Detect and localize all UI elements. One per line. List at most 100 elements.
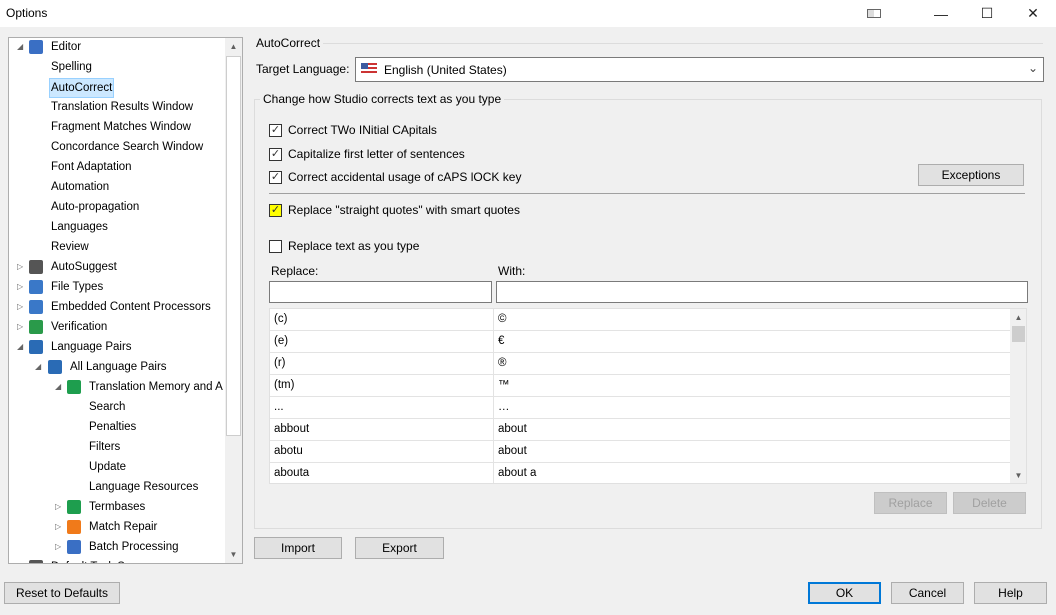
with-cell: © [498,313,507,325]
target-language-label: Target Language: [256,62,350,76]
tree-item[interactable]: Languages [9,218,224,236]
scroll-down-icon[interactable]: ▼ [225,546,242,563]
cancel-button[interactable]: Cancel [891,582,964,604]
reset-defaults-button[interactable]: Reset to Defaults [4,582,120,604]
tree-item-label: Language Pairs [51,341,132,353]
tree-item[interactable]: Fragment Matches Window [9,118,224,136]
replacement-table[interactable]: (c) © (e) € (r) ® (tm) ™...… abbout about abotu abo… [269,308,1027,484]
tree-item[interactable]: ◢ Editor [9,38,224,56]
scroll-up-icon[interactable]: ▲ [1010,309,1026,326]
with-cell: about a [498,467,537,479]
tree-item[interactable]: Update [9,458,224,476]
replace-cell: abotu [274,445,303,457]
tree-item[interactable]: ▷ Verification [9,318,224,336]
tree-item[interactable]: Penalties [9,418,224,436]
checkbox[interactable]: ✓ [269,171,282,184]
wrench-icon [67,520,81,534]
table-row[interactable]: ...… [270,397,1010,419]
table-row[interactable]: abouta about a [270,463,1010,483]
table-row[interactable]: (e) € [270,331,1010,353]
tree-item-label: Concordance Search Window [51,141,204,153]
gear-document-icon [29,280,43,294]
table-row[interactable]: abbout about [270,419,1010,441]
collapse-arrow-icon[interactable]: ◢ [55,378,61,396]
tree-item[interactable]: ▷ Match Repair [9,518,224,536]
tree-item[interactable]: Spelling [9,58,224,76]
tree-item[interactable]: Review [9,238,224,256]
tree-item-label: Termbases [89,501,146,513]
scroll-thumb[interactable] [1012,326,1025,342]
collapse-arrow-icon[interactable]: ◢ [17,338,23,356]
table-row[interactable]: (c) © [270,309,1010,331]
tree-item[interactable]: Auto-propagation [9,198,224,216]
options-tree[interactable]: ◢ Editor Spelling AutoCorrect Translation Re… [8,37,243,564]
table-scrollbar[interactable]: ▲ ▼ [1010,309,1026,483]
tree-item[interactable]: Filters [9,438,224,456]
help-button[interactable]: Help [974,582,1047,604]
maximize-button[interactable]: ☐ [964,0,1010,27]
column-divider [493,309,494,483]
tree-item[interactable]: Translation Results Window [9,98,224,116]
tree-item[interactable]: Font Adaptation [9,158,224,176]
checkbox[interactable]: ✓ [269,148,282,161]
replace-button[interactable]: Replace [874,492,947,514]
tree-item-label: File Types [51,281,104,293]
tree-item[interactable]: Search [9,398,224,416]
import-button[interactable]: Import [254,537,342,559]
tree-item[interactable]: ◢ All Language Pairs [9,358,224,376]
tree-item-label: Editor [51,41,82,53]
collapse-arrow-icon[interactable]: ◢ [35,358,41,376]
tree-item[interactable]: AutoCorrect [9,78,224,98]
scroll-thumb[interactable] [226,56,241,436]
table-row[interactable]: (r) ® [270,353,1010,375]
minimize-button[interactable]: — [918,0,964,27]
tree-item[interactable]: ▷ File Types [9,278,224,296]
scroll-up-icon[interactable]: ▲ [225,38,242,55]
tree-item[interactable]: ◢ Language Pairs [9,338,224,356]
delete-button[interactable]: Delete [953,492,1026,514]
expand-arrow-icon[interactable]: ▷ [17,278,23,296]
expand-arrow-icon[interactable]: ▷ [17,318,23,336]
tree-item[interactable]: ▷ Default Task S [9,558,224,563]
checkbox[interactable]: ✓ [269,124,282,137]
expand-arrow-icon[interactable]: ▷ [55,538,61,556]
autosuggest-icon [29,260,43,274]
window-snap-icon[interactable] [851,0,897,27]
tree-item-label: Spelling [51,61,92,73]
target-language-select[interactable]: English (United States) ⌄ [355,57,1044,82]
checkbox[interactable]: ✓ [269,204,282,217]
scroll-down-icon[interactable]: ▼ [1010,467,1026,483]
tree-item[interactable]: ◢ Translation Memory and A [9,378,224,396]
expand-arrow-icon[interactable]: ▷ [55,518,61,536]
tree-item[interactable]: ▷ AutoSuggest [9,258,224,276]
checkbox[interactable] [269,240,282,253]
exceptions-button[interactable]: Exceptions [918,164,1024,186]
collapse-arrow-icon[interactable]: ◢ [17,38,23,56]
tree-item-label: AutoSuggest [51,261,117,273]
expand-arrow-icon[interactable]: ▷ [17,298,23,316]
tree-item[interactable]: Language Resources [9,478,224,496]
expand-arrow-icon[interactable]: ▷ [17,558,23,563]
tree-item[interactable]: ▷ Termbases [9,498,224,516]
tree-item-label: Update [89,461,127,473]
with-input[interactable] [496,281,1028,303]
close-button[interactable]: ✕ [1010,0,1056,27]
replace-input[interactable] [269,281,492,303]
table-row[interactable]: abotu about [270,441,1010,463]
termbase-icon [67,500,81,514]
table-row[interactable]: (tm) ™ [270,375,1010,397]
tree-item-label: Translation Results Window [51,101,194,113]
tree-item[interactable]: Automation [9,178,224,196]
checkbox-label: Correct accidental usage of cAPS lOCK ke… [288,170,522,184]
tree-item[interactable]: Concordance Search Window [9,138,224,156]
tree-item[interactable]: ▷ Batch Processing [9,538,224,556]
tree-item[interactable]: ▷ Embedded Content Processors [9,298,224,316]
replace-cell: ... [274,401,284,413]
pencil-icon [29,40,43,54]
expand-arrow-icon[interactable]: ▷ [55,498,61,516]
ok-button[interactable]: OK [808,582,881,604]
export-button[interactable]: Export [355,537,444,559]
tree-scrollbar[interactable]: ▲ ▼ [225,38,242,563]
expand-arrow-icon[interactable]: ▷ [17,258,23,276]
with-cell: ® [498,357,507,369]
